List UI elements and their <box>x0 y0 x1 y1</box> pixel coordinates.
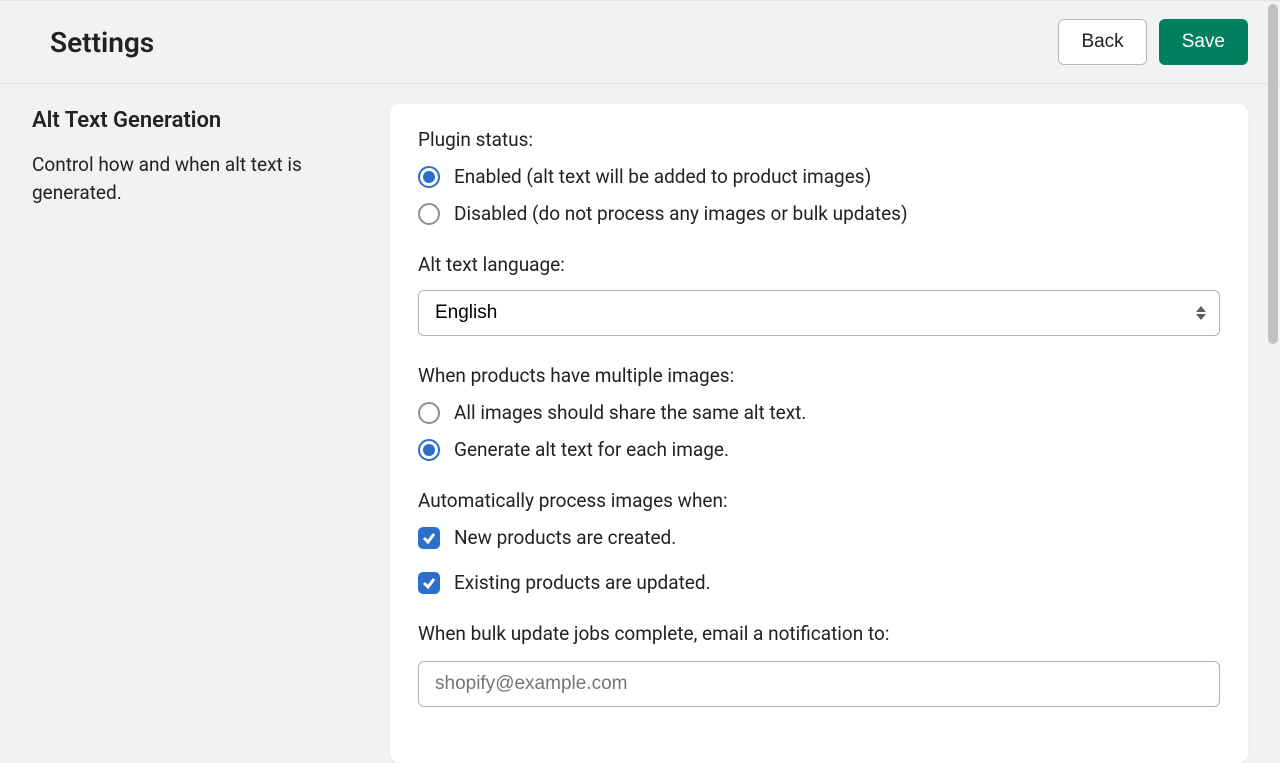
checkbox-label: New products are created. <box>454 526 676 549</box>
language-label: Alt text language: <box>418 253 1220 276</box>
notification-email-input[interactable] <box>418 661 1220 707</box>
checkbox-new-products[interactable]: New products are created. <box>418 526 1220 549</box>
section-title: Alt Text Generation <box>32 108 362 133</box>
radio-label: Enabled (alt text will be added to produ… <box>454 165 871 188</box>
language-select-wrapper: English <box>418 290 1220 336</box>
radio-generate-each[interactable]: Generate alt text for each image. <box>418 438 1220 461</box>
radio-icon <box>418 166 440 188</box>
settings-card: Plugin status: Enabled (alt text will be… <box>390 104 1248 763</box>
scrollbar[interactable] <box>1268 4 1278 344</box>
radio-icon <box>418 203 440 225</box>
section-description: Control how and when alt text is generat… <box>32 151 362 206</box>
radio-icon <box>418 439 440 461</box>
page-title: Settings <box>50 26 154 59</box>
page-header: Settings Back Save <box>0 0 1280 84</box>
language-select[interactable]: English <box>418 290 1220 336</box>
back-button[interactable]: Back <box>1058 19 1146 65</box>
checkbox-checked-icon <box>418 527 440 549</box>
radio-label: All images should share the same alt tex… <box>454 401 806 424</box>
checkbox-checked-icon <box>418 572 440 594</box>
plugin-status-group: Plugin status: Enabled (alt text will be… <box>418 128 1220 225</box>
header-actions: Back Save <box>1058 19 1248 65</box>
multiple-images-label: When products have multiple images: <box>418 364 1220 387</box>
checkbox-label: Existing products are updated. <box>454 571 711 594</box>
radio-disabled[interactable]: Disabled (do not process any images or b… <box>418 202 1220 225</box>
section-sidebar: Alt Text Generation Control how and when… <box>32 104 362 763</box>
radio-enabled[interactable]: Enabled (alt text will be added to produ… <box>418 165 1220 188</box>
radio-icon <box>418 402 440 424</box>
radio-label: Disabled (do not process any images or b… <box>454 202 908 225</box>
auto-process-label: Automatically process images when: <box>418 489 1220 512</box>
radio-share-alt-text[interactable]: All images should share the same alt tex… <box>418 401 1220 424</box>
radio-label: Generate alt text for each image. <box>454 438 729 461</box>
content-area: Alt Text Generation Control how and when… <box>0 84 1280 763</box>
notification-email-group: When bulk update jobs complete, email a … <box>418 622 1220 707</box>
notification-email-label: When bulk update jobs complete, email a … <box>418 622 1220 645</box>
checkbox-existing-products[interactable]: Existing products are updated. <box>418 571 1220 594</box>
auto-process-group: Automatically process images when: New p… <box>418 489 1220 594</box>
plugin-status-label: Plugin status: <box>418 128 1220 151</box>
language-group: Alt text language: English <box>418 253 1220 336</box>
save-button[interactable]: Save <box>1159 19 1248 65</box>
multiple-images-group: When products have multiple images: All … <box>418 364 1220 461</box>
